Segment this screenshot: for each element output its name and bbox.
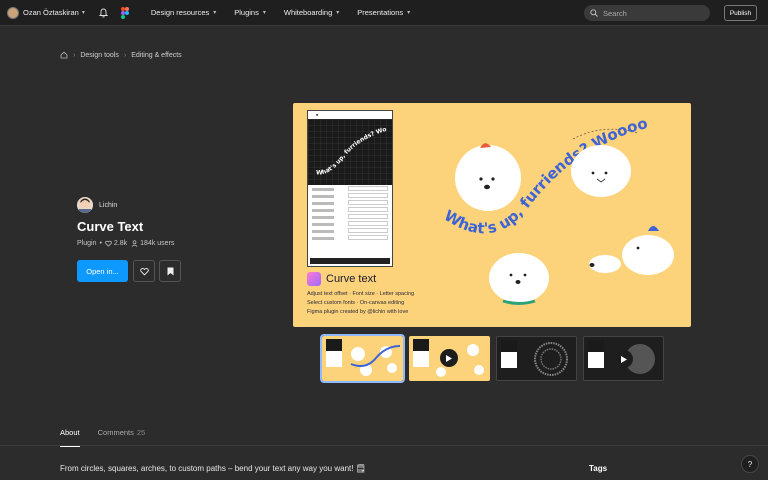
window-row	[312, 193, 388, 199]
nav-plugins[interactable]: Plugins ▾	[234, 8, 266, 17]
user-icon	[131, 240, 138, 247]
tab-label: About	[60, 428, 80, 437]
thumbnail-4[interactable]	[583, 336, 664, 381]
chevron-down-icon: ▾	[407, 10, 411, 16]
svg-text:What's up, furriends? Woooof!: What's up, furriends? Woooof!	[308, 119, 387, 176]
thumbnail-window	[501, 340, 517, 368]
window-row	[312, 235, 388, 241]
thumbnail-window	[326, 339, 342, 367]
search-input[interactable]: Search	[584, 5, 710, 21]
top-bar: Ozan Öztaskiran ▾ Design resources ▾ Plug…	[0, 0, 768, 26]
window-row	[312, 207, 388, 213]
hero-image: ■ What's up, furriends? Woooof! Curve te…	[293, 103, 691, 327]
nav-label: Plugins	[234, 8, 259, 17]
window-row	[312, 200, 388, 206]
meta-separator: •	[99, 240, 102, 247]
page-title: Curve Text	[77, 219, 144, 234]
user-name: Ozan Öztaskiran	[23, 8, 79, 17]
publish-button[interactable]: Publish	[724, 5, 757, 21]
author[interactable]: Lichin	[77, 197, 117, 213]
thumbnail-1[interactable]	[320, 334, 405, 383]
hero-brand-name: Curve text	[326, 273, 377, 285]
user-menu[interactable]: Ozan Öztaskiran ▾	[7, 6, 85, 19]
thumbnail-window	[413, 339, 429, 367]
hero-desc-line: Figma plugin created by @lichin with lov…	[307, 309, 409, 315]
hero-desc-line: Adjust text offset · Font size · Letter …	[307, 291, 415, 297]
plugin-meta: Plugin • 2.8k 184k users	[77, 240, 174, 247]
tags-heading: Tags	[589, 464, 608, 473]
breadcrumb-editing-effects[interactable]: Editing & effects	[131, 52, 181, 59]
thumbnail-art	[350, 345, 401, 376]
nav-label: Whiteboarding	[283, 8, 333, 17]
nav-design-resources[interactable]: Design resources ▾	[151, 8, 216, 17]
play-icon	[446, 354, 452, 362]
help-button[interactable]: ?	[741, 455, 759, 473]
thumbnail-2[interactable]	[409, 336, 490, 381]
dog-illustration	[589, 226, 674, 275]
search-placeholder: Search	[603, 8, 627, 18]
dog-illustration	[489, 253, 549, 305]
nav-whiteboarding[interactable]: Whiteboarding ▾	[284, 8, 339, 17]
thumbnail-window	[588, 340, 604, 368]
search-icon	[590, 9, 598, 17]
open-in-button[interactable]: Open in...	[77, 260, 128, 282]
plugin-type: Plugin	[77, 240, 97, 247]
likes-count: 2.8k	[113, 240, 128, 247]
hero-brand: Curve text	[307, 272, 376, 286]
users-count: 184k users	[140, 240, 175, 247]
nav-label: Presentations	[357, 8, 404, 17]
like-button[interactable]	[133, 260, 155, 282]
window-row	[312, 214, 388, 220]
bell-icon[interactable]	[99, 8, 109, 18]
chevron-down-icon: ▾	[81, 10, 85, 16]
figma-logo-icon[interactable]	[120, 6, 131, 19]
author-name: Lichin	[99, 201, 118, 209]
window-footer	[310, 258, 390, 264]
hero-desc-line: Select custom fonts · On-canvas editing	[307, 300, 405, 306]
breadcrumb-separator: ›	[73, 51, 76, 59]
thumbnail-strip	[320, 334, 670, 383]
author-avatar	[77, 197, 93, 213]
window-header: ■	[308, 111, 392, 119]
play-button[interactable]	[440, 349, 458, 367]
thumbnail-3[interactable]	[496, 336, 577, 381]
chevron-down-icon: ▾	[213, 10, 217, 16]
window-canvas: What's up, furriends? Woooof!	[306, 114, 392, 185]
home-icon[interactable]	[60, 51, 68, 59]
main-nav: Design resources ▾ Plugins ▾ Whiteboarding…	[151, 8, 428, 17]
window-row	[312, 228, 388, 234]
tab-label: Comments	[97, 428, 134, 437]
chevron-down-icon: ▾	[336, 10, 340, 16]
plugin-logo-icon	[307, 272, 321, 286]
dog-illustration	[455, 143, 521, 211]
breadcrumb-separator: ›	[123, 51, 127, 59]
bookmark-icon	[167, 267, 173, 275]
window-curve-text: What's up, furriends? Woooof!	[306, 114, 388, 176]
bookmark-button[interactable]	[159, 260, 181, 282]
hero-description: Adjust text offset · Font size · Letter …	[307, 290, 414, 317]
about-description: From circles, squares, arches, to custom…	[60, 464, 366, 473]
hero-illustration: What's up, furriends? Woooof!	[423, 103, 674, 305]
dog-illustration	[571, 145, 631, 197]
window-row	[312, 186, 388, 192]
window-row	[312, 221, 388, 227]
breadcrumb: › Design tools › Editing & effects	[60, 51, 182, 59]
thumbnail-art	[534, 342, 568, 376]
breadcrumb-design-tools[interactable]: Design tools	[80, 52, 119, 59]
heart-icon	[139, 267, 149, 276]
play-button[interactable]	[615, 350, 633, 368]
play-icon	[621, 355, 627, 363]
tabs-divider	[0, 445, 768, 446]
heart-icon	[105, 240, 112, 247]
user-avatar	[7, 6, 19, 19]
nav-presentations[interactable]: Presentations ▾	[357, 8, 410, 17]
nav-label: Design resources	[150, 8, 210, 17]
chevron-down-icon: ▾	[262, 10, 266, 16]
plugin-window-preview: ■ What's up, furriends? Woooof!	[306, 110, 393, 267]
comments-count: 25	[136, 428, 146, 437]
